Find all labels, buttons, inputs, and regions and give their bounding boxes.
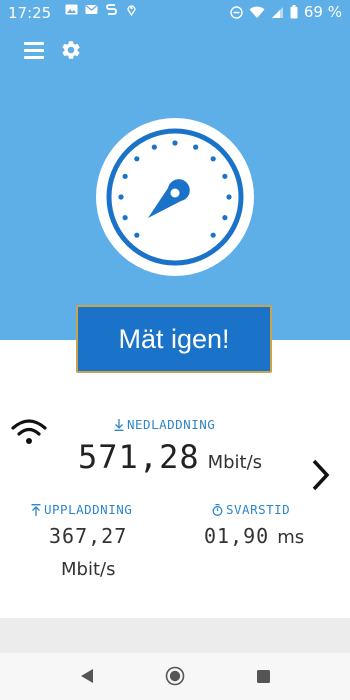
gauge-tick-dot xyxy=(193,144,199,150)
notification-icons xyxy=(65,3,138,16)
location-icon xyxy=(127,5,136,16)
gauge-tick-dot xyxy=(226,194,232,200)
download-result: 571,28 Mbit/s xyxy=(78,438,262,476)
ping-unit: ms xyxy=(277,527,305,548)
download-value: 571,28 xyxy=(78,438,200,476)
ping-label: SVARSTID xyxy=(212,502,290,517)
upload-arrow-icon xyxy=(31,503,41,516)
ping-result: 01,90 ms xyxy=(204,524,304,548)
system-icons: 69 % xyxy=(230,3,342,21)
download-arrow-icon xyxy=(114,418,124,431)
mail-icon xyxy=(85,4,98,14)
wifi-icon xyxy=(11,419,47,444)
download-unit: Mbit/s xyxy=(207,452,263,473)
settings-icon[interactable] xyxy=(60,39,82,61)
gauge-tick-dot xyxy=(122,173,128,179)
chevron-right-icon[interactable] xyxy=(310,458,332,492)
speedometer-gauge-icon xyxy=(96,118,254,276)
gauge-tick-dot xyxy=(122,215,128,221)
gauge-tick-dot xyxy=(134,232,140,238)
dnd-icon xyxy=(230,5,243,19)
status-time: 17:25 xyxy=(8,4,52,22)
wifi-status-icon xyxy=(249,6,265,18)
image-icon xyxy=(65,4,78,15)
gauge-tick-dot xyxy=(151,144,157,150)
battery-percent: 69 % xyxy=(303,3,342,21)
measure-again-button[interactable]: Mät igen! xyxy=(76,305,272,373)
status-bar: 17:25 69 % xyxy=(0,0,350,28)
gauge-tick-dot xyxy=(222,173,228,179)
results-panel xyxy=(0,373,350,618)
recents-square-icon[interactable] xyxy=(257,670,270,683)
stopwatch-icon xyxy=(212,503,223,516)
upload-value: 367,27 xyxy=(49,524,128,548)
download-label-text: NEDLADDNING xyxy=(127,417,216,432)
gauge-tick-dot xyxy=(134,156,140,162)
ping-value: 01,90 xyxy=(204,524,270,548)
back-triangle-icon[interactable] xyxy=(80,668,94,684)
battery-icon xyxy=(290,5,298,19)
download-label: NEDLADDNING xyxy=(114,417,215,432)
upload-unit: Mbit/s xyxy=(61,559,116,580)
gauge-tick-dot xyxy=(210,156,216,162)
upload-label: UPPLADDNING xyxy=(31,502,132,517)
bottom-strip xyxy=(0,618,350,653)
home-circle-icon[interactable] xyxy=(165,666,185,686)
ping-label-text: SVARSTID xyxy=(226,502,291,517)
gauge-tick-dot xyxy=(210,232,216,238)
gauge-tick-dot xyxy=(222,215,228,221)
signal-icon xyxy=(271,6,283,18)
gauge-tick-dot xyxy=(172,140,178,146)
s-icon xyxy=(106,4,117,15)
gauge-tick-dot xyxy=(118,194,124,200)
menu-icon[interactable] xyxy=(24,42,44,59)
upload-label-text: UPPLADDNING xyxy=(44,502,133,517)
